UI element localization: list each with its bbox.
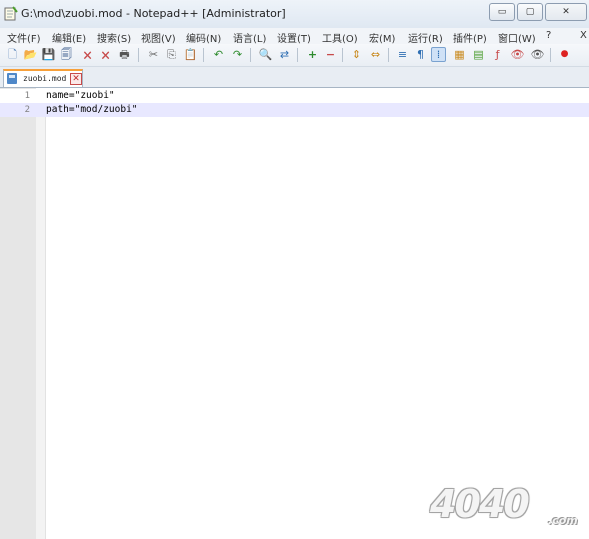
tab-bar: zuobi.mod ✕ xyxy=(0,67,589,88)
close-button[interactable]: ✕ xyxy=(545,3,587,21)
word-wrap-icon[interactable]: ≡ xyxy=(395,47,410,62)
redo-icon[interactable]: ↷ xyxy=(230,47,245,62)
code-line-current: 2 path="mod/zuobi" xyxy=(0,103,589,117)
editor-area[interactable]: 1 name="zuobi" 2 path="mod/zuobi" xyxy=(0,88,589,539)
toolbar-separator xyxy=(388,48,389,62)
menu-encoding[interactable]: 编码(N) xyxy=(186,30,221,45)
open-file-icon[interactable]: 📂 xyxy=(23,47,38,62)
zoom-out-icon[interactable]: − xyxy=(323,47,338,62)
cut-icon[interactable]: ✂ xyxy=(146,47,161,62)
tab-close-icon[interactable]: ✕ xyxy=(70,73,82,85)
doc-map-icon[interactable]: ▤ xyxy=(471,47,486,62)
paste-icon[interactable]: 📋 xyxy=(183,47,198,62)
monitoring-icon[interactable]: 👁 xyxy=(510,47,525,62)
save-icon[interactable]: 💾 xyxy=(41,47,56,62)
toolbar-separator xyxy=(138,48,139,62)
folder-as-workspace-icon[interactable]: ▦ xyxy=(452,47,467,62)
zoom-in-icon[interactable]: + xyxy=(305,47,320,62)
toolbar-separator xyxy=(297,48,298,62)
toolbar: 🗋 📂 💾 🗐 🗙 🗙 🖶 ✂ ⎘ 📋 ↶ ↷ 🔍 ⇄ + − ⇕ ⇔ ≡ ¶ … xyxy=(0,44,589,67)
menu-plugins[interactable]: 插件(P) xyxy=(453,30,487,45)
line-text[interactable]: path="mod/zuobi" xyxy=(46,103,138,117)
minimize-button[interactable]: ▭ xyxy=(489,3,515,21)
menu-tools[interactable]: 工具(O) xyxy=(322,30,358,45)
new-file-icon[interactable]: 🗋 xyxy=(5,47,20,62)
sync-vertical-icon[interactable]: ⇕ xyxy=(349,47,364,62)
indent-guide-icon[interactable]: ⁞ xyxy=(431,47,446,62)
notepad-app-icon xyxy=(4,6,18,21)
undo-icon[interactable]: ↶ xyxy=(211,47,226,62)
menu-language[interactable]: 语言(L) xyxy=(233,30,266,45)
replace-icon[interactable]: ⇄ xyxy=(277,47,292,62)
menu-file[interactable]: 文件(F) xyxy=(7,30,41,45)
menu-settings[interactable]: 设置(T) xyxy=(277,30,311,45)
copy-icon[interactable]: ⎘ xyxy=(164,47,179,62)
maximize-button[interactable]: ▢ xyxy=(517,3,543,21)
window-controls: ▭ ▢ ✕ xyxy=(487,3,587,21)
menu-macro[interactable]: 宏(M) xyxy=(369,30,395,45)
close-all-icon[interactable]: 🗙 xyxy=(98,47,113,62)
tab-zuobi-mod[interactable]: zuobi.mod ✕ xyxy=(3,69,83,87)
line-number: 1 xyxy=(24,91,30,101)
function-list-icon[interactable]: ƒ xyxy=(490,47,505,62)
menu-edit[interactable]: 编辑(E) xyxy=(52,30,86,45)
toolbar-separator xyxy=(342,48,343,62)
find-icon[interactable]: 🔍 xyxy=(258,47,273,62)
menu-close-doc[interactable]: X xyxy=(580,30,587,41)
toolbar-separator xyxy=(550,48,551,62)
toolbar-separator xyxy=(203,48,204,62)
tab-label: zuobi.mod xyxy=(23,74,67,83)
code-line: 1 name="zuobi" xyxy=(0,89,589,103)
window-title: G:\mod\zuobi.mod - Notepad++ [Administra… xyxy=(21,7,286,20)
line-number: 2 xyxy=(24,105,30,115)
save-all-icon[interactable]: 🗐 xyxy=(59,47,74,62)
toolbar-separator xyxy=(250,48,251,62)
title-bar: G:\mod\zuobi.mod - Notepad++ [Administra… xyxy=(0,0,589,29)
watermark-suffix: .com xyxy=(548,514,578,527)
menu-help[interactable]: ? xyxy=(546,30,551,41)
record-macro-icon[interactable]: ● xyxy=(557,47,572,62)
menu-bar: 文件(F) 编辑(E) 搜索(S) 视图(V) 编码(N) 语言(L) 设置(T… xyxy=(0,28,589,45)
sync-horizontal-icon[interactable]: ⇔ xyxy=(368,47,383,62)
menu-view[interactable]: 视图(V) xyxy=(141,30,176,45)
eye-icon[interactable]: 👁 xyxy=(530,47,545,62)
menu-window[interactable]: 窗口(W) xyxy=(498,30,536,45)
watermark-logo: 4040 xyxy=(430,482,530,526)
close-file-icon[interactable]: 🗙 xyxy=(80,47,95,62)
line-number-gutter xyxy=(0,117,36,539)
print-icon[interactable]: 🖶 xyxy=(117,47,132,62)
menu-search[interactable]: 搜索(S) xyxy=(97,30,131,45)
gutter-top xyxy=(0,88,36,89)
show-all-chars-icon[interactable]: ¶ xyxy=(413,47,428,62)
saved-file-icon xyxy=(7,73,17,84)
menu-run[interactable]: 运行(R) xyxy=(408,30,443,45)
line-text[interactable]: name="zuobi" xyxy=(46,89,115,103)
fold-margin xyxy=(36,117,46,539)
